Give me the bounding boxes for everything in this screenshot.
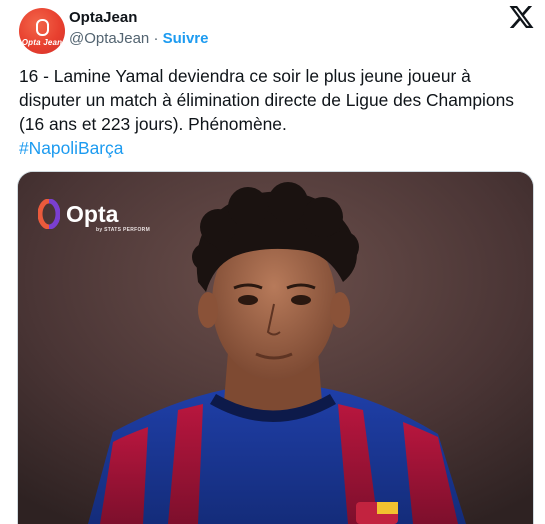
tweet-text: 16 - Lamine Yamal deviendra ce soir le p… [19,66,514,134]
separator: · [153,30,159,47]
tweet-body: 16 - Lamine Yamal deviendra ce soir le p… [19,64,534,160]
avatar-zero-icon [35,19,49,36]
follow-button[interactable]: Suivre [163,30,209,47]
tweet-media[interactable]: Opta by STATS PERFORM [17,171,534,524]
opta-logo-icon [38,199,60,229]
x-logo-icon[interactable] [509,6,534,28]
avatar[interactable]: Opta Jean [19,8,65,54]
avatar-brand-text: Opta Jean [21,38,63,47]
hashtag-link[interactable]: #NapoliBarça [19,136,534,160]
author-handle[interactable]: @OptaJean [69,30,149,47]
handle-row: @OptaJean · Suivre [69,30,208,47]
opta-logo: Opta [38,199,118,229]
opta-logo-subtext: by STATS PERFORM [96,227,151,233]
author-name[interactable]: OptaJean [69,9,137,26]
opta-logo-text: Opta [66,201,119,227]
